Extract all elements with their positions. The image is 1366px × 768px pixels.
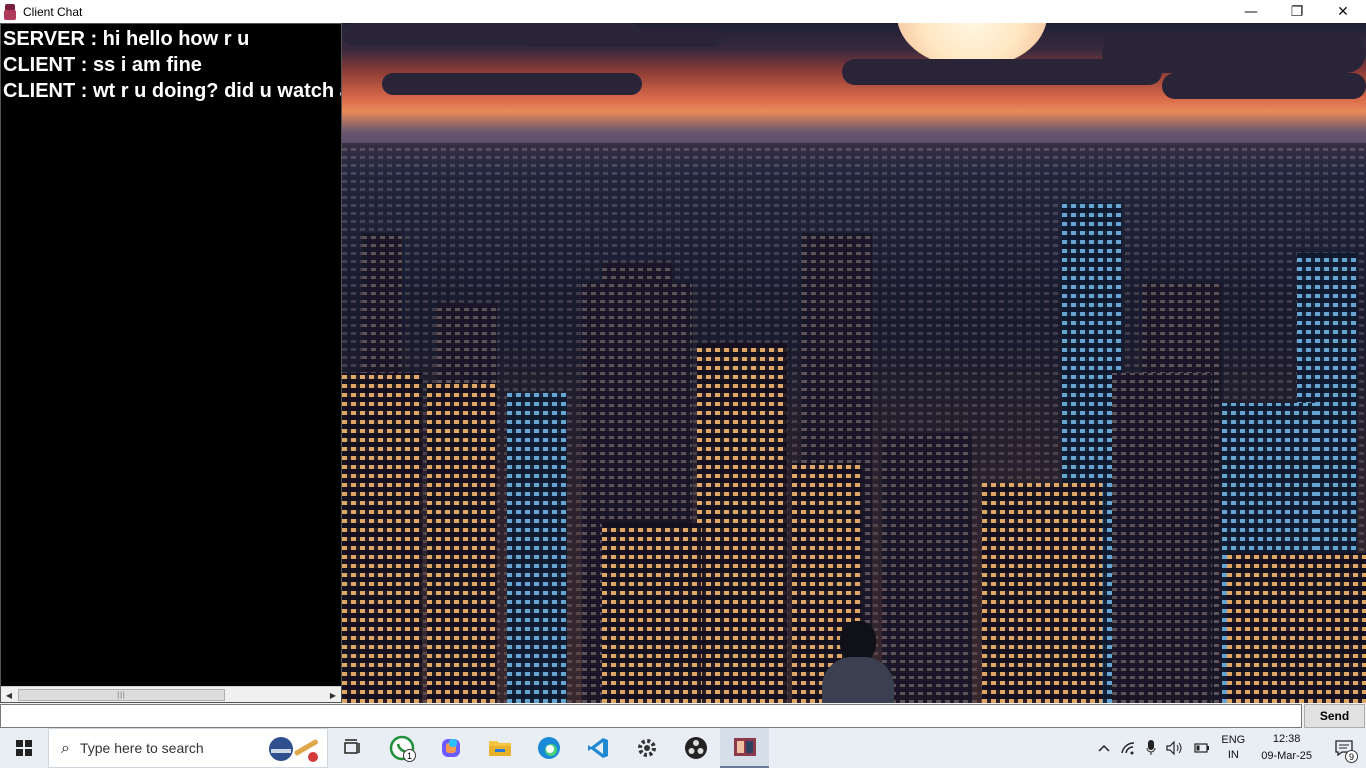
clock[interactable]: 12:38 09-Mar-25 xyxy=(1251,731,1322,765)
whatsapp-icon[interactable]: 1 xyxy=(377,728,426,768)
scroll-left-arrow-icon[interactable]: ◀ xyxy=(1,687,17,702)
cloud-shape xyxy=(1102,33,1366,73)
chat-message: SERVER : hi hello how r u xyxy=(3,28,250,50)
search-placeholder: Type here to search xyxy=(79,740,204,756)
cloud-shape xyxy=(522,31,722,47)
building xyxy=(427,383,497,703)
folder-icon[interactable] xyxy=(475,728,524,768)
java-app-icon xyxy=(4,3,16,20)
windows-logo-icon xyxy=(16,740,32,756)
copilot-icon[interactable] xyxy=(426,728,475,768)
taskbar-search-box[interactable]: ⌕ Type here to search xyxy=(48,728,328,768)
taskbar: ⌕ Type here to search 1 ENG IN 12:38 09-… xyxy=(0,728,1366,768)
title-bar: Client Chat — ❐ ✕ xyxy=(0,0,1366,23)
building xyxy=(697,343,787,703)
notification-badge: 9 xyxy=(1345,750,1358,763)
minimize-button[interactable]: — xyxy=(1228,0,1274,23)
building xyxy=(882,433,972,703)
close-button[interactable]: ✕ xyxy=(1320,0,1366,23)
message-input-row: Send xyxy=(0,703,1366,728)
vscode-icon[interactable] xyxy=(573,728,622,768)
start-button[interactable] xyxy=(0,728,48,768)
microphone-icon[interactable] xyxy=(1141,728,1161,768)
chat-message: CLIENT : ss i am fine xyxy=(3,54,202,76)
building xyxy=(1112,373,1212,703)
notification-center-icon[interactable]: 9 xyxy=(1322,728,1366,768)
wifi-icon[interactable] xyxy=(1115,728,1141,768)
building xyxy=(982,483,1102,703)
send-button[interactable]: Send xyxy=(1304,704,1365,728)
cloud-shape xyxy=(382,73,642,95)
chat-log[interactable]: SERVER : hi hello how r u CLIENT : ss i … xyxy=(0,23,342,703)
building xyxy=(1227,553,1366,703)
cricket-search-highlight-icon xyxy=(269,737,319,762)
scroll-right-arrow-icon[interactable]: ▶ xyxy=(325,687,341,702)
scrollbar-thumb[interactable]: ||| xyxy=(18,689,225,701)
building xyxy=(342,373,422,703)
person-silhouette xyxy=(822,621,894,703)
language-code: ENG xyxy=(1221,734,1246,746)
edge-icon[interactable] xyxy=(524,728,573,768)
cloud-shape xyxy=(1162,73,1366,99)
search-icon: ⌕ xyxy=(61,738,70,757)
city-wallpaper-image xyxy=(342,23,1366,703)
window-controls: — ❐ ✕ xyxy=(1228,0,1366,23)
obs-icon[interactable] xyxy=(671,728,720,768)
battery-icon[interactable] xyxy=(1189,728,1215,768)
message-input[interactable] xyxy=(0,704,1302,728)
clock-time: 12:38 xyxy=(1272,733,1301,745)
chevron-up-icon[interactable] xyxy=(1093,728,1115,768)
language-indicator[interactable]: ENG IN xyxy=(1215,733,1251,763)
building xyxy=(602,523,702,703)
task-view-icon[interactable] xyxy=(328,728,377,768)
window-title: Client Chat xyxy=(23,4,83,19)
restore-button[interactable]: ❐ xyxy=(1274,0,1320,23)
speaker-icon[interactable] xyxy=(1161,728,1189,768)
system-tray: ENG IN 12:38 09-Mar-25 9 xyxy=(1093,728,1366,768)
whatsapp-badge: 1 xyxy=(403,749,416,762)
gear-icon[interactable] xyxy=(622,728,671,768)
region-code: IN xyxy=(1227,749,1239,761)
building xyxy=(507,393,567,703)
java-app-icon[interactable] xyxy=(720,728,769,768)
chat-message: CLIENT : wt r u doing? did u watch a xyxy=(3,80,342,102)
clock-date: 09-Mar-25 xyxy=(1261,750,1312,762)
horizontal-scrollbar[interactable]: ◀ ||| ▶ xyxy=(1,686,341,702)
